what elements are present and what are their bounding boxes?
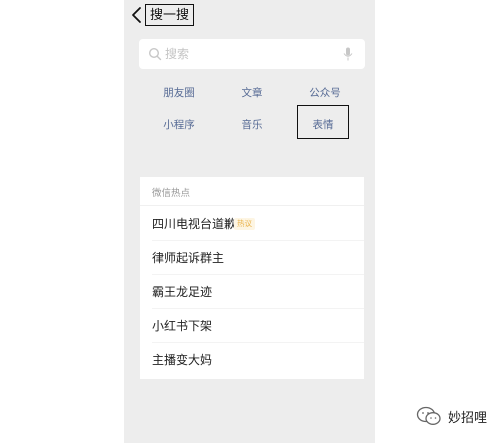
hot-topic-text: 四川电视台道歉 [152, 217, 237, 231]
hot-topic-item[interactable]: 霸王龙足迹 [140, 275, 364, 309]
hot-topic-text: 律师起诉群主 [152, 251, 225, 265]
category-mini-programs[interactable]: 小程序 [149, 117, 209, 133]
back-arrow-icon[interactable] [130, 6, 144, 24]
hot-topics-card: 微信热点 四川电视台道歉 热议 律师起诉群主 霸王龙足迹 小红书下架 主播变大妈 [140, 177, 364, 379]
hot-topic-item[interactable]: 律师起诉群主 [140, 241, 364, 275]
category-official-accounts[interactable]: 公众号 [295, 85, 355, 101]
hot-topic-item[interactable]: 主播变大妈 [140, 343, 364, 377]
hot-topic-text: 霸王龙足迹 [152, 285, 213, 299]
screenshot-canvas: 搜一搜 朋友圈 文章 公众号 小程序 音乐 表情 微信热点 四川电视台道歉 [0, 0, 499, 443]
hot-topic-text: 小红书下架 [152, 319, 213, 333]
category-moments[interactable]: 朋友圈 [149, 85, 209, 101]
search-input[interactable] [165, 43, 335, 65]
page-title: 搜一搜 [145, 4, 195, 26]
watermark-text: 妙招哩 [447, 410, 487, 426]
category-articles[interactable]: 文章 [222, 85, 282, 101]
microphone-icon[interactable] [343, 47, 353, 61]
watermark: 妙招哩 [416, 405, 487, 427]
top-bar: 搜一搜 [124, 0, 375, 32]
hot-topics-header: 微信热点 [152, 188, 191, 199]
phone-screen: 搜一搜 朋友圈 文章 公众号 小程序 音乐 表情 微信热点 四川电视台道歉 [124, 0, 375, 443]
stickers-highlight-box [297, 105, 349, 139]
category-music[interactable]: 音乐 [222, 117, 282, 133]
trending-badge: 热议 [234, 218, 255, 230]
hot-topic-text: 主播变大妈 [152, 353, 213, 367]
divider [140, 205, 364, 206]
hot-topic-item[interactable]: 小红书下架 [140, 309, 364, 343]
hot-topic-item[interactable]: 四川电视台道歉 热议 [140, 207, 364, 241]
wechat-logo-icon [416, 406, 441, 425]
search-box[interactable] [139, 39, 365, 69]
search-icon [148, 47, 162, 61]
